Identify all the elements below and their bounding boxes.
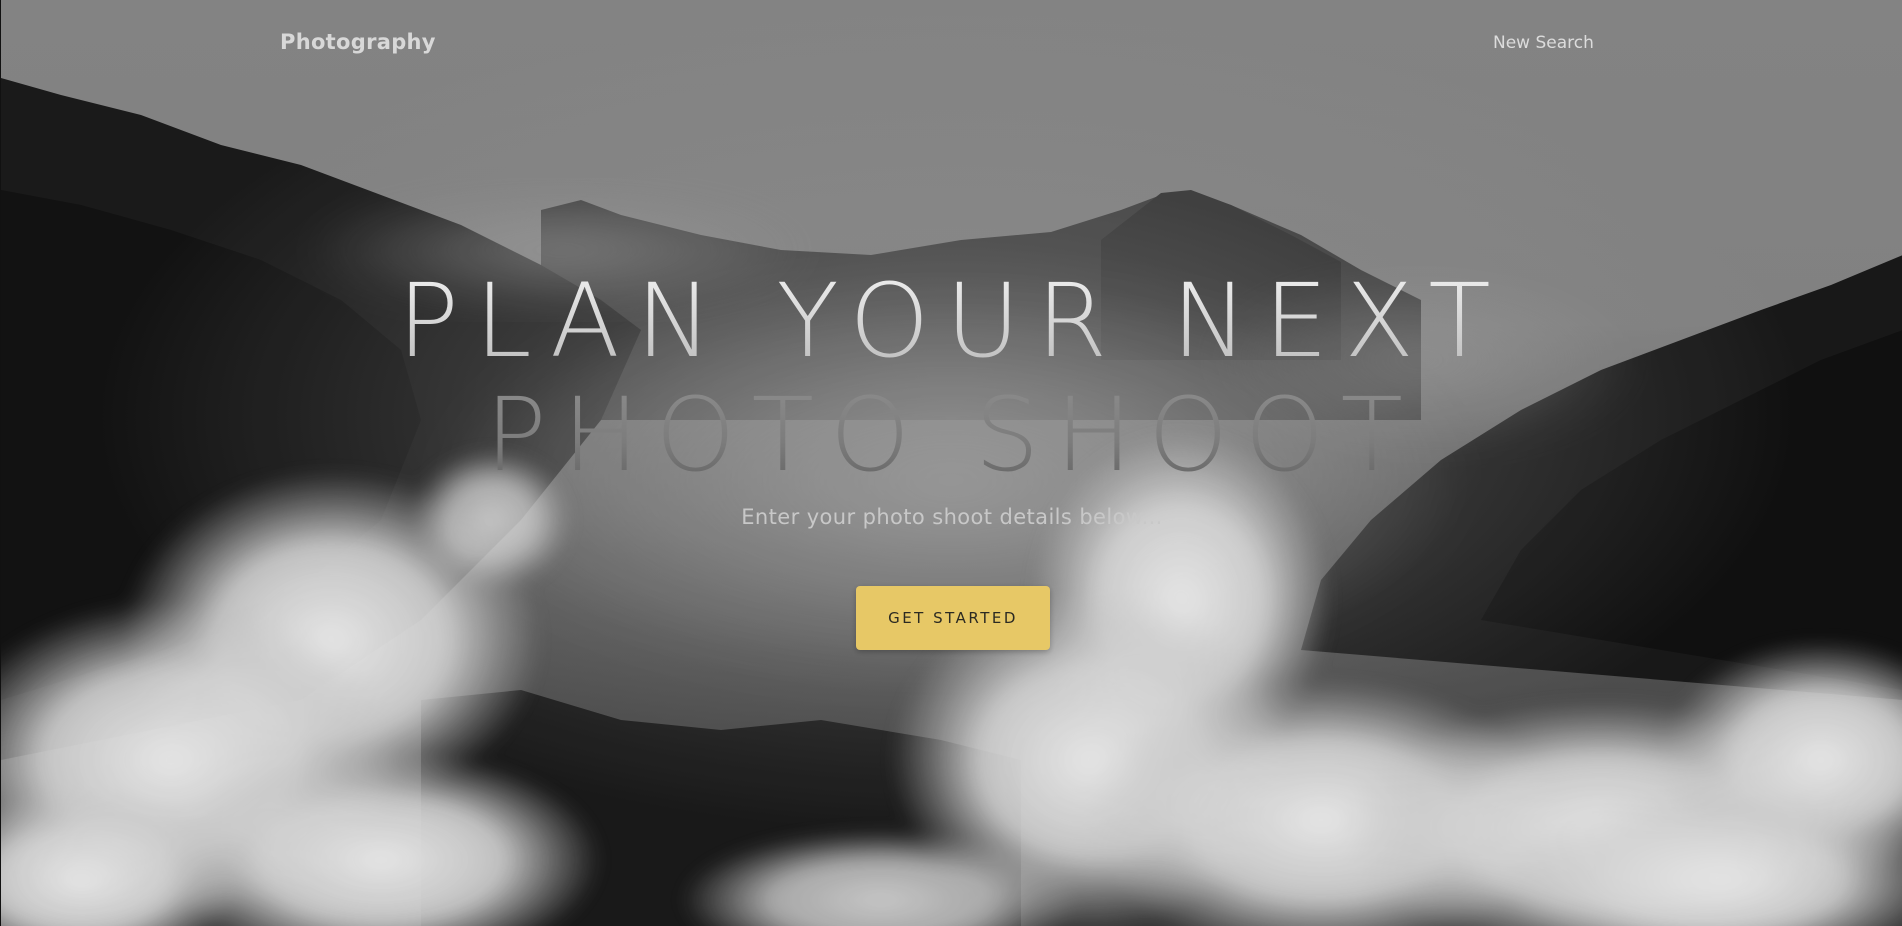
hero-headline-line-2: PHOTO SHOOT xyxy=(1,376,1902,496)
hero-headline-line-1: PLAN YOUR NEXT xyxy=(1,262,1902,382)
hero-subtitle: Enter your photo shoot details below... xyxy=(741,505,1163,529)
new-search-link[interactable]: New Search xyxy=(1493,33,1594,53)
top-navbar: Photography New Search xyxy=(1,0,1902,88)
get-started-button[interactable]: GET STARTED xyxy=(856,586,1050,650)
hero-section: Photography New Search PLAN YOUR NEXT PH… xyxy=(0,0,1902,926)
brand-logo-link[interactable]: Photography xyxy=(280,30,436,54)
